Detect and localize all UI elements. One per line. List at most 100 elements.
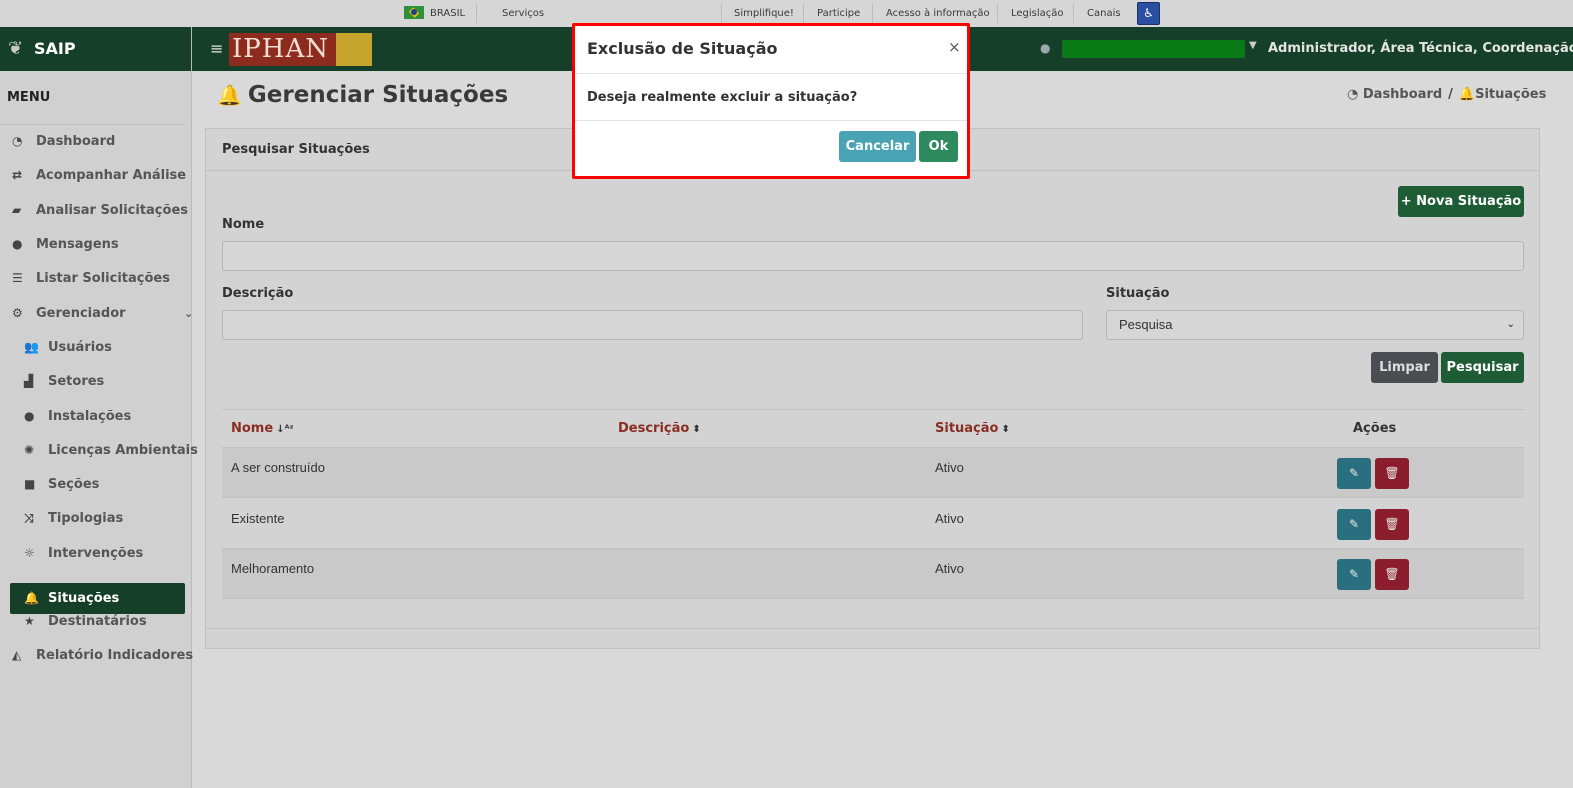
bell-icon: 🔔: [1458, 87, 1476, 102]
sidebar-item-tipologias[interactable]: ⤨ Tipologias: [24, 503, 123, 534]
search-card: Pesquisar Situações + Nova Situação Nome…: [205, 128, 1540, 649]
iphan-logo-text: IPHAN: [232, 34, 329, 64]
search-button[interactable]: Pesquisar: [1441, 352, 1524, 383]
chevron-down-icon: ⌄: [1506, 319, 1515, 330]
book-icon: ▰: [12, 203, 22, 217]
leaf-logo-icon: ❦: [8, 38, 24, 59]
list-icon: ☰: [12, 271, 23, 285]
brand-label: SAIP: [34, 39, 76, 58]
bell-icon: 🔔: [217, 83, 242, 107]
sort-icon: ⬍: [692, 424, 701, 435]
table-header: Nome ↓ᴬᶻ Descrição ⬍ Situação ⬍ Ações: [222, 409, 1524, 448]
cell-nome: A ser construído: [231, 460, 325, 475]
users-icon: 👥: [24, 340, 39, 354]
sidebar-item-instalacoes[interactable]: ● Instalações: [24, 401, 131, 432]
cog-icon: ☼: [24, 546, 35, 560]
cancel-button[interactable]: Cancelar: [839, 131, 916, 162]
caret-down-icon[interactable]: ▼: [1249, 40, 1257, 51]
iphan-logo-emblem: [336, 33, 372, 66]
gov-servicos-link[interactable]: Serviços: [502, 0, 544, 27]
delete-confirm-modal: Exclusão de Situação × Deseja realmente …: [572, 23, 970, 179]
page-title: 🔔 Gerenciar Situações: [217, 82, 509, 108]
circle-icon: ●: [24, 409, 35, 423]
descricao-input[interactable]: [222, 310, 1083, 340]
cell-situacao: Ativo: [935, 511, 964, 526]
certificate-icon: ✺: [24, 443, 35, 457]
situacao-select[interactable]: Pesquisa ⌄: [1106, 310, 1524, 340]
sidebar-item-licencas[interactable]: ✺ Licenças Ambientais: [24, 435, 198, 466]
breadcrumb-separator: /: [1448, 87, 1453, 102]
sidebar-item-listar[interactable]: ☰ Listar Solicitações: [12, 263, 170, 294]
user-name-redacted: [1062, 40, 1245, 58]
trash-icon: 🗑: [1384, 567, 1400, 581]
sidebar-item-relatorio[interactable]: ◭ Relatório Indicadores: [12, 640, 193, 671]
card-title: Pesquisar Situações: [222, 142, 370, 157]
sidebar-item-destinatarios[interactable]: ★ Destinatários: [24, 606, 147, 637]
user-roles[interactable]: Administrador, Área Técnica, Coordenação…: [1268, 27, 1573, 71]
sidebar-item-mensagens[interactable]: ● Mensagens: [12, 229, 119, 260]
edit-icon: ✎: [1348, 567, 1360, 581]
descricao-label: Descrição: [222, 286, 294, 301]
edit-icon: ✎: [1348, 517, 1360, 531]
modal-title: Exclusão de Situação: [587, 39, 778, 58]
close-icon[interactable]: ×: [948, 38, 961, 56]
gov-legislacao-link[interactable]: Legislação: [1011, 0, 1064, 27]
iphan-logo: IPHAN: [229, 33, 372, 66]
nome-input[interactable]: [222, 241, 1524, 271]
edit-button[interactable]: ✎: [1337, 509, 1371, 540]
sidebar-item-setores[interactable]: ▟ Setores: [24, 366, 104, 397]
gov-brasil-link[interactable]: BRASIL: [404, 0, 465, 27]
delete-button[interactable]: 🗑: [1375, 559, 1409, 590]
menu-title: MENU: [0, 71, 185, 125]
delete-button[interactable]: 🗑: [1375, 458, 1409, 489]
chat-icon[interactable]: ●: [1040, 41, 1050, 55]
table-row: A ser construído Ativo ✎ 🗑: [222, 448, 1524, 498]
situacao-selected-value: Pesquisa: [1119, 317, 1173, 332]
sidebar-item-acompanhar[interactable]: ⇄ Acompanhar Análise: [12, 160, 186, 191]
trash-icon: 🗑: [1384, 466, 1400, 480]
delete-button[interactable]: 🗑: [1375, 509, 1409, 540]
exchange-icon: ⇄: [12, 168, 23, 182]
gov-brasil-label: BRASIL: [430, 8, 466, 19]
edit-icon: ✎: [1348, 466, 1360, 480]
modal-divider: [575, 120, 967, 121]
column-header-situacao[interactable]: Situação ⬍: [935, 410, 1010, 448]
hamburger-menu-icon[interactable]: ≡: [210, 27, 223, 71]
sidebar-item-analisar[interactable]: ▰ Analisar Solicitações: [12, 195, 188, 226]
dashboard-icon: ◔: [1347, 87, 1363, 102]
cell-nome: Melhoramento: [231, 561, 315, 576]
comments-icon: ●: [12, 237, 23, 251]
new-situation-button[interactable]: + Nova Situação: [1398, 186, 1524, 217]
edit-button[interactable]: ✎: [1337, 559, 1371, 590]
breadcrumb: ◔ Dashboard / 🔔Situações: [1347, 87, 1546, 102]
situacao-label: Situação: [1106, 286, 1170, 301]
cell-situacao: Ativo: [935, 561, 964, 576]
sort-alpha-asc-icon: ↓ᴬᶻ: [276, 424, 294, 435]
modal-message: Deseja realmente excluir a situação?: [587, 90, 858, 105]
brand[interactable]: ❦ SAIP: [0, 27, 191, 71]
column-header-nome[interactable]: Nome ↓ᴬᶻ: [231, 410, 294, 448]
area-chart-icon: ◭: [12, 648, 22, 662]
ok-button[interactable]: Ok: [919, 131, 958, 162]
table-row: Existente Ativo ✎ 🗑: [222, 499, 1524, 549]
square-icon: ■: [24, 477, 36, 491]
sidebar-item-intervencoes[interactable]: ☼ Intervenções: [24, 538, 143, 569]
cogs-icon: ⚙: [12, 306, 23, 320]
edit-button[interactable]: ✎: [1337, 458, 1371, 489]
card-footer-divider: [206, 628, 1539, 629]
sidebar-item-gerenciador[interactable]: ⚙ Gerenciador ⌄: [12, 298, 194, 329]
sidebar-item-dashboard[interactable]: ◔ Dashboard: [12, 126, 115, 157]
chevron-down-icon: ⌄: [184, 307, 194, 320]
breadcrumb-dashboard[interactable]: ◔ Dashboard: [1347, 87, 1442, 102]
sidebar-item-usuarios[interactable]: 👥 Usuários: [24, 332, 112, 363]
sort-icon: ⬍: [1001, 424, 1010, 435]
column-header-descricao[interactable]: Descrição ⬍: [618, 410, 701, 448]
accessibility-icon[interactable]: ♿: [1137, 2, 1160, 25]
sidebar-item-secoes[interactable]: ■ Seções: [24, 469, 99, 500]
table-row: Melhoramento Ativo ✎ 🗑: [222, 549, 1524, 599]
clear-button[interactable]: Limpar: [1371, 352, 1438, 383]
random-icon: ⤨: [24, 511, 34, 525]
gov-canais-link[interactable]: Canais: [1087, 0, 1121, 27]
industry-icon: ▟: [24, 374, 34, 388]
cell-nome: Existente: [231, 511, 285, 526]
